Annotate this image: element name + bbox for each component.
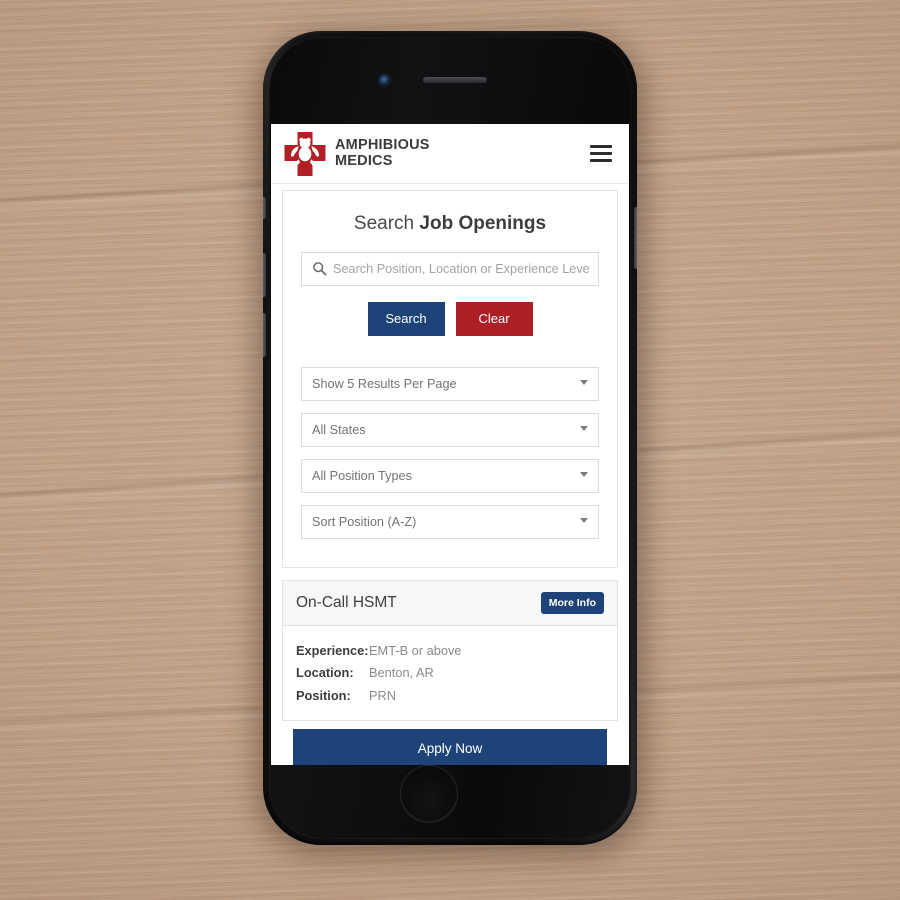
brand-line-2: MEDICS: [335, 152, 393, 169]
apply-action-area: Apply Now: [282, 721, 618, 765]
more-info-button[interactable]: More Info: [540, 591, 604, 614]
desk-background: AMPHIBIOUS MEDICS Search Job Openings Se…: [0, 0, 900, 900]
hamburger-menu-icon[interactable]: [590, 145, 612, 162]
job-card-header: On-Call HSMT More Info: [283, 580, 617, 626]
job-title: On-Call HSMT: [296, 593, 397, 611]
job-card-body: Experience: EMT-B or above Location: Ben…: [283, 626, 617, 721]
results-per-page-select-wrap: Show 5 Results Per Page: [301, 366, 599, 401]
earpiece-speaker: [423, 77, 487, 83]
brand-line-1: AMPHIBIOUS: [335, 137, 430, 154]
clear-button[interactable]: Clear: [455, 302, 533, 336]
job-listing-card: On-Call HSMT More Info Experience: EMT-B…: [282, 579, 618, 722]
red-cross-frog-logo-icon: [284, 131, 326, 176]
brand-logo[interactable]: AMPHIBIOUS MEDICS: [284, 131, 430, 176]
silent-switch-button[interactable]: [263, 197, 266, 219]
site-header: AMPHIBIOUS MEDICS: [271, 124, 629, 184]
page-body: Search Job Openings Search Clear Show: [271, 184, 629, 765]
position-type-select[interactable]: All Position Types: [301, 458, 599, 493]
job-detail-row: Location: Benton, AR: [296, 662, 604, 685]
hamburger-bar-3: [590, 159, 612, 162]
job-search-panel: Search Job Openings Search Clear Show: [282, 190, 618, 568]
job-detail-value: PRN: [369, 687, 397, 703]
page-title: Search Job Openings: [301, 213, 599, 235]
power-button[interactable]: [634, 207, 637, 269]
page-title-bold: Job Openings: [419, 213, 547, 234]
apply-now-button[interactable]: Apply Now: [293, 729, 607, 765]
page-title-light: Search: [353, 213, 420, 234]
volume-up-button[interactable]: [263, 253, 266, 297]
hamburger-bar-2: [590, 152, 612, 155]
job-detail-label: Experience:: [296, 642, 369, 658]
results-per-page-select[interactable]: Show 5 Results Per Page: [301, 366, 599, 401]
state-filter-select[interactable]: All States: [301, 412, 599, 447]
job-detail-row: Position: PRN: [296, 685, 604, 708]
phone-screen: AMPHIBIOUS MEDICS Search Job Openings Se…: [271, 124, 629, 765]
state-filter-select-wrap: All States: [301, 412, 599, 447]
job-detail-label: Position:: [296, 687, 351, 703]
job-detail-row: Experience: EMT-B or above: [296, 640, 604, 663]
search-button[interactable]: Search: [367, 302, 445, 336]
job-detail-value: EMT-B or above: [369, 642, 462, 658]
search-input[interactable]: [301, 252, 599, 286]
position-type-select-wrap: All Position Types: [301, 458, 599, 493]
search-actions: Search Clear: [301, 302, 599, 336]
home-button[interactable]: [400, 765, 458, 823]
search-field-row: [301, 252, 599, 286]
brand-text: AMPHIBIOUS MEDICS: [335, 138, 430, 168]
job-detail-value: Benton, AR: [369, 665, 434, 681]
front-camera-icon: [379, 75, 390, 86]
volume-down-button[interactable]: [263, 313, 266, 357]
smartphone-mockup: AMPHIBIOUS MEDICS Search Job Openings Se…: [263, 31, 637, 845]
job-detail-label: Location:: [296, 665, 354, 681]
hamburger-bar-1: [590, 145, 612, 148]
sort-order-select[interactable]: Sort Position (A-Z): [301, 504, 599, 539]
sort-order-select-wrap: Sort Position (A-Z): [301, 504, 599, 539]
